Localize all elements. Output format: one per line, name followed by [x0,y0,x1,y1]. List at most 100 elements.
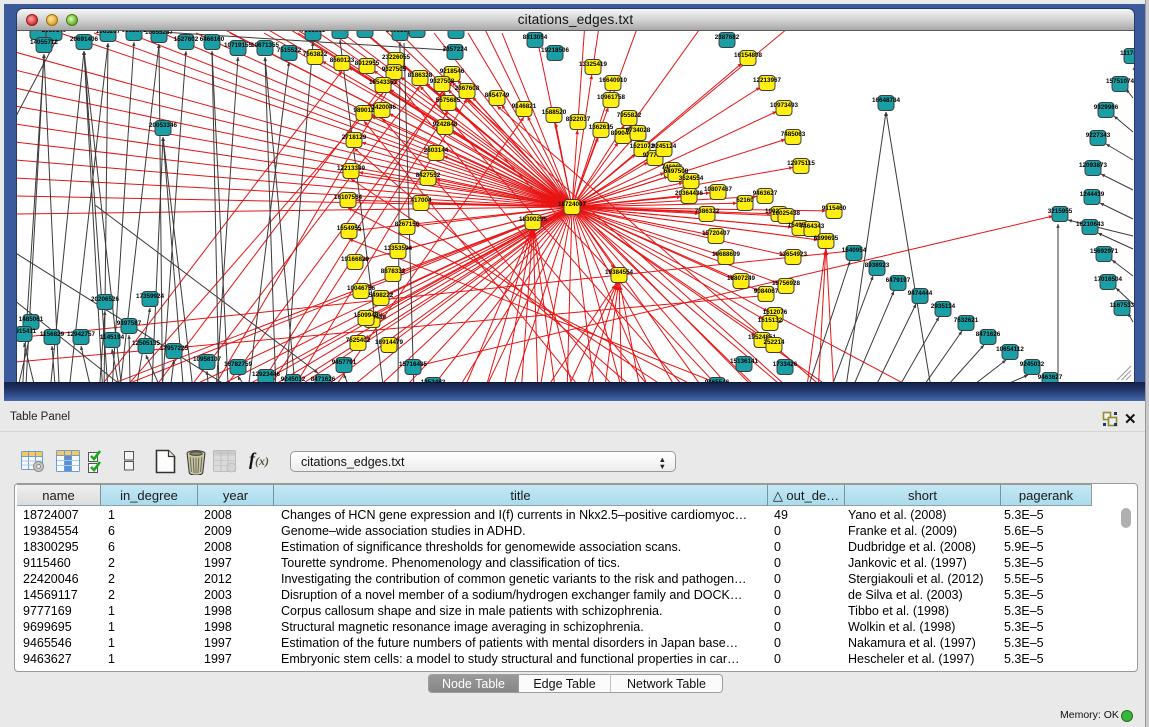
svg-text:23226055: 23226055 [382,54,411,61]
svg-text:16543362: 16543362 [369,79,398,86]
svg-text:9146821: 9146821 [512,103,537,110]
svg-text:10654112: 10654112 [996,346,1024,353]
svg-text:1117433: 1117433 [1120,50,1134,57]
svg-text:13654923: 13654923 [779,251,808,258]
svg-text:252214: 252214 [763,339,785,346]
svg-text:1353462: 1353462 [421,379,446,382]
svg-text:6734028: 6734028 [626,127,651,134]
svg-text:9474444: 9474444 [908,290,933,297]
svg-text:16914479: 16914479 [375,339,404,346]
svg-text:1485061: 1485061 [19,316,44,323]
svg-text:7625402: 7625402 [346,337,371,344]
svg-text:8912955: 8912955 [355,60,380,67]
svg-text:8813054: 8813054 [523,34,548,41]
svg-text:7515522: 7515522 [277,47,302,54]
svg-text:12923446: 12923446 [252,371,281,378]
svg-text:2935114: 2935114 [931,303,956,310]
svg-text:18300295: 18300295 [519,216,548,223]
svg-text:2089140: 2089140 [42,31,67,34]
svg-text:7632621: 7632621 [954,317,979,324]
svg-text:7955822: 7955822 [617,112,642,119]
svg-text:1244419: 1244419 [1080,191,1105,198]
svg-text:20053346: 20053346 [149,122,178,129]
svg-text:15136141: 15136141 [730,358,759,365]
svg-text:5675685: 5675685 [436,97,461,104]
svg-text:8938923: 8938923 [865,262,890,269]
svg-text:8322037: 8322037 [566,116,591,123]
svg-text:1612076: 1612076 [763,309,788,316]
svg-text:8471626: 8471626 [976,331,1001,338]
svg-text:16782759: 16782759 [224,361,253,368]
svg-text:9218506: 9218506 [328,31,353,32]
svg-text:989012: 989012 [353,107,375,114]
svg-text:9242848: 9242848 [433,121,458,128]
svg-text:1167533: 1167533 [1110,302,1134,309]
svg-text:8813054: 8813054 [444,31,469,32]
svg-text:9457791: 9457791 [332,359,357,366]
svg-text:9465546: 9465546 [705,379,730,382]
svg-text:20691406: 20691406 [70,36,99,43]
svg-text:15716485: 15716485 [399,361,428,368]
svg-text:1156829: 1156829 [40,331,65,338]
svg-text:1509948: 1509948 [354,312,379,319]
svg-text:1654955: 1654955 [337,225,362,232]
svg-text:9245032: 9245032 [281,376,306,382]
svg-text:1588520: 1588520 [542,109,567,116]
svg-text:6479197: 6479197 [886,277,911,284]
svg-text:10961758: 10961758 [597,94,626,101]
svg-text:10719155: 10719155 [224,42,253,49]
svg-text:9227343: 9227343 [1086,132,1111,139]
svg-text:16107554: 16107554 [334,194,363,201]
svg-text:16154808: 16154808 [734,52,763,59]
svg-text:12213967: 12213967 [753,77,782,84]
svg-text:9463627: 9463627 [1038,374,1063,381]
svg-text:9245124: 9245124 [652,143,677,150]
svg-text:8471626: 8471626 [311,376,336,382]
svg-text:13353594: 13353594 [384,245,413,252]
svg-text:8878332: 8878332 [381,268,406,275]
svg-text:2387682: 2387682 [715,34,740,41]
svg-text:20364436: 20364436 [675,190,704,197]
svg-text:7663811: 7663811 [301,31,326,34]
svg-text:10958107: 10958107 [193,356,222,363]
svg-text:8454749: 8454749 [485,92,510,99]
svg-text:10688609: 10688609 [712,251,741,258]
svg-text:7485063: 7485063 [781,131,806,138]
svg-text:17016504: 17016504 [1094,276,1123,283]
svg-text:62160: 62160 [736,197,754,204]
svg-text:9084067: 9084067 [754,288,779,295]
svg-text:10671355: 10671355 [251,42,280,49]
svg-text:12505135: 12505135 [132,340,161,347]
svg-text:17359924: 17359924 [136,293,165,300]
svg-text:15751074: 15751074 [1106,78,1134,85]
svg-text:5498222: 5498222 [369,292,394,299]
svg-text:18724007: 18724007 [558,201,587,208]
svg-text:1733426: 1733426 [773,361,798,368]
svg-text:17957225: 17957225 [160,345,189,352]
svg-text:1145194: 1145194 [100,334,125,341]
svg-text:16648784: 16648784 [872,97,901,104]
svg-text:10655287: 10655287 [145,31,174,36]
svg-text:10025438: 10025438 [772,210,801,217]
svg-text:9218546: 9218546 [440,68,465,75]
svg-text:9327508: 9327508 [430,78,455,85]
svg-text:19384554: 19384554 [605,269,634,276]
svg-text:3215955: 3215955 [1048,208,1073,215]
svg-text:1527602: 1527602 [174,36,199,43]
svg-text:10807467: 10807467 [704,186,733,193]
svg-text:20206526: 20206526 [91,296,120,303]
svg-text:1615132: 1615132 [758,317,783,324]
svg-text:7357224: 7357224 [443,46,468,53]
svg-text:12942757: 12942757 [67,331,96,338]
svg-text:7663822: 7663822 [303,51,328,58]
svg-text:15692971: 15692971 [1090,248,1119,255]
svg-text:10973493: 10973493 [770,102,799,109]
svg-text:417004: 417004 [410,197,432,204]
svg-text:7386322: 7386322 [695,208,720,215]
svg-text:8267150: 8267150 [395,221,420,228]
svg-text:6466160: 6466160 [200,36,225,43]
svg-text:8660123: 8660123 [330,57,355,64]
svg-text:1640954: 1640954 [842,247,867,254]
svg-text:18807249: 18807249 [727,275,756,282]
svg-text:2367608: 2367608 [455,85,480,92]
